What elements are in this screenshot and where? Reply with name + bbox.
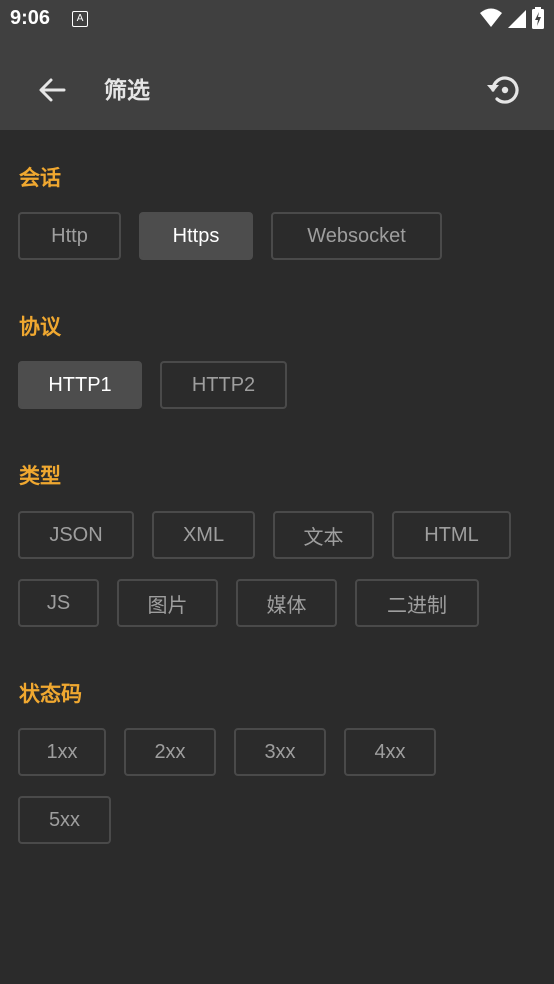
chip-image[interactable]: 图片 <box>117 579 218 627</box>
chip-html[interactable]: HTML <box>392 511 511 559</box>
chip-binary[interactable]: 二进制 <box>355 579 479 627</box>
battery-icon <box>532 7 544 29</box>
wifi-icon <box>480 8 502 27</box>
restore-icon[interactable] <box>484 70 524 110</box>
chip-http[interactable]: Http <box>18 212 121 260</box>
toolbar: 筛选 <box>0 38 554 130</box>
chip-5xx[interactable]: 5xx <box>18 796 111 844</box>
status-time: 9:06 <box>10 7 51 29</box>
chip-js[interactable]: JS <box>18 579 99 627</box>
chip-media[interactable]: 媒体 <box>236 579 337 627</box>
chip-xml[interactable]: XML <box>152 511 255 559</box>
status-bar: 9:06 A <box>0 0 554 38</box>
chip-text[interactable]: 文本 <box>273 511 374 559</box>
page-title: 筛选 <box>104 78 150 104</box>
status-icons <box>480 7 544 29</box>
chip-websocket[interactable]: Websocket <box>271 212 442 260</box>
chip-http1[interactable]: HTTP1 <box>18 361 142 409</box>
chip-4xx[interactable]: 4xx <box>344 728 436 776</box>
chip-3xx[interactable]: 3xx <box>234 728 326 776</box>
chip-2xx[interactable]: 2xx <box>124 728 216 776</box>
section-title-status-code: 状态码 <box>19 682 82 706</box>
section-title-type: 类型 <box>19 464 61 488</box>
back-arrow-icon[interactable] <box>34 72 70 108</box>
chip-https[interactable]: Https <box>139 212 253 260</box>
section-title-session: 会话 <box>19 166 61 190</box>
chip-json[interactable]: JSON <box>18 511 134 559</box>
notification-icon: A <box>72 11 88 27</box>
section-title-protocol: 协议 <box>19 315 61 339</box>
chip-1xx[interactable]: 1xx <box>18 728 106 776</box>
signal-icon <box>508 10 526 28</box>
chip-http2[interactable]: HTTP2 <box>160 361 287 409</box>
